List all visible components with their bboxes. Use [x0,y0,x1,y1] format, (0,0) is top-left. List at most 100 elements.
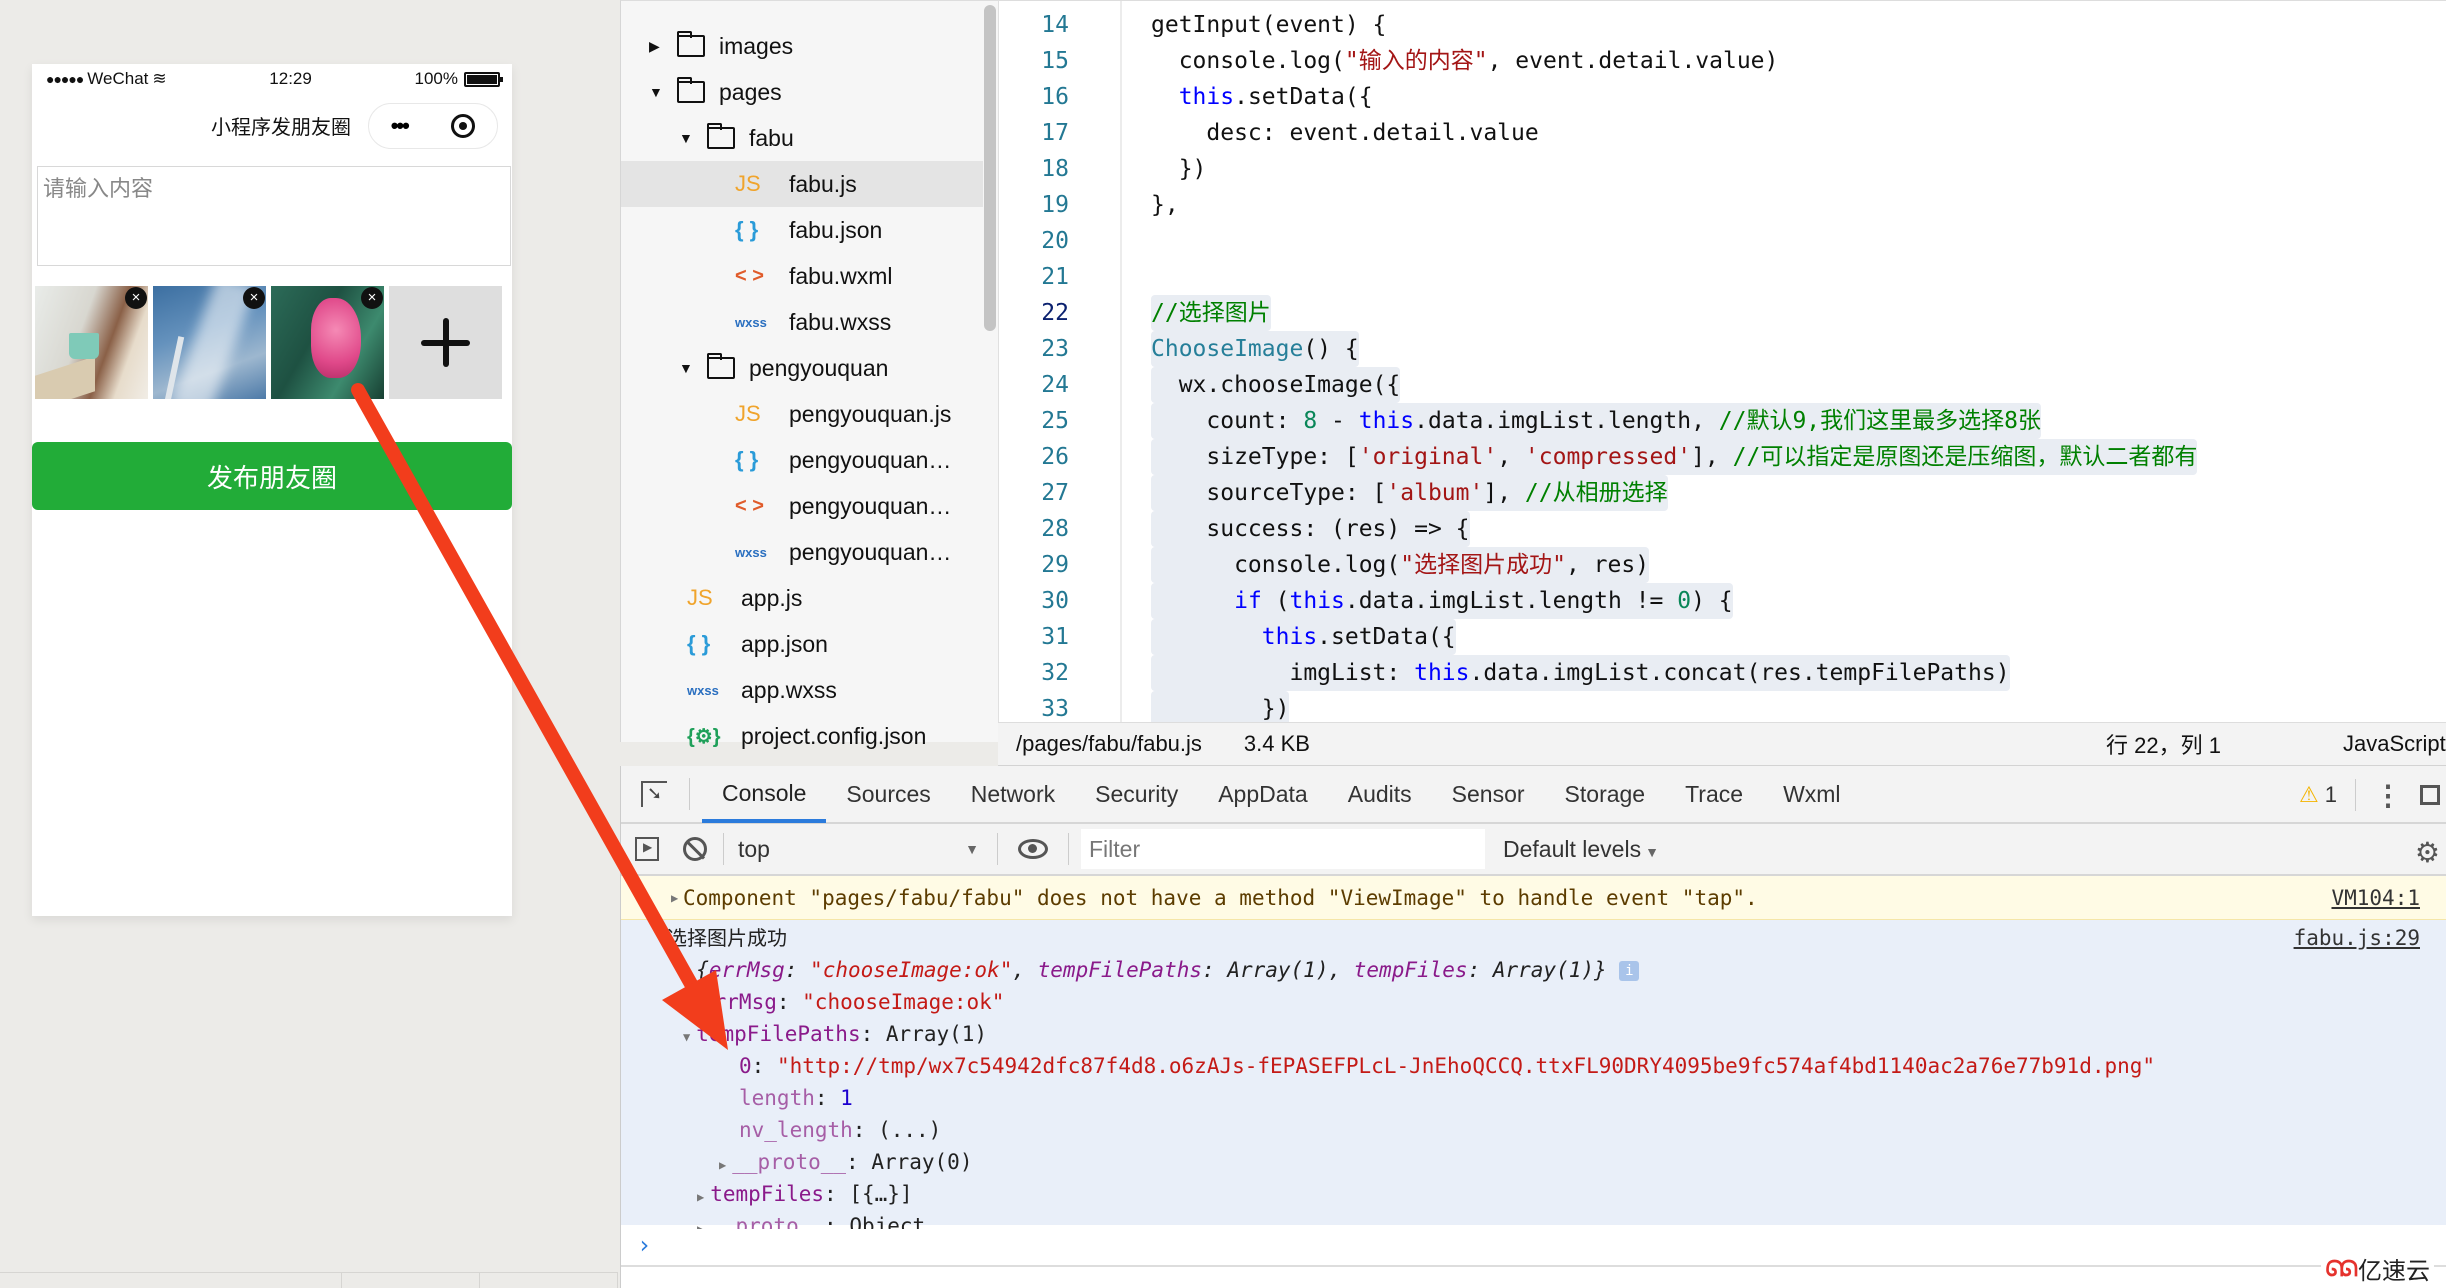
collapse-triangle-icon[interactable]: ▼ [679,360,693,376]
tree-file[interactable]: JS pengyouquan.js [621,391,998,437]
code-line[interactable]: 24 wx.chooseImage({ [999,367,2446,403]
expand-triangle-icon[interactable]: ▶ [649,38,663,55]
context-select[interactable]: top ▼ [738,833,998,865]
code-line[interactable]: 25 count: 8 - this.data.imgList.length, … [999,403,2446,439]
image-thumbnail[interactable]: × [35,286,148,399]
image-thumbnail[interactable]: × [153,286,266,399]
js-file-icon: JS [735,171,761,196]
remove-image-icon[interactable]: × [361,287,383,309]
tree-folder-pages[interactable]: ▼ pages [621,69,998,115]
code-line[interactable]: 32 imgList: this.data.imgList.concat(res… [999,655,2446,691]
tree-file[interactable]: wxss pengyouquan… [621,529,998,575]
tree-folder-fabu[interactable]: ▼ fabu [621,115,998,161]
tree-file[interactable]: JS app.js [621,575,998,621]
close-miniprogram-icon[interactable] [451,114,476,138]
cursor-position[interactable]: 行 22，列 1 [2106,728,2221,760]
live-expression-eye-icon[interactable] [1018,839,1048,859]
expand-triangle-icon[interactable]: ▶ [671,891,678,905]
code-token: .setData({ [1317,624,1456,650]
console-prompt[interactable]: › [621,1229,2446,1267]
code-line[interactable]: 27 sourceType: ['album'], //从相册选择 [999,475,2446,511]
collapse-triangle-icon[interactable]: ▼ [683,966,690,980]
content-textarea[interactable] [37,166,511,266]
tree-file[interactable]: wxss fabu.wxss [621,299,998,345]
tree-file[interactable]: < > fabu.wxml [621,253,998,299]
add-image-button[interactable] [389,286,502,399]
sidebar-toggle-icon[interactable] [635,837,659,861]
line-number: 16 [1041,84,1069,110]
code-line[interactable]: 16 this.setData({ [999,79,2446,115]
collapse-triangle-icon[interactable]: ▼ [679,130,693,146]
tab-wxml[interactable]: Wxml [1763,765,1860,823]
console-filter-input[interactable] [1081,829,1485,869]
object-property[interactable]: ▼ tempFilePaths: Array(1) [683,1018,987,1050]
remove-image-icon[interactable]: × [125,287,147,309]
tree-file[interactable]: {⚙} project.config.json [621,713,998,759]
log-levels-dropdown[interactable]: Default levels ▼ [1503,836,1659,863]
console-warning-row[interactable]: ▶ Component "pages/fabu/fabu" does not h… [621,876,2446,920]
code-editor[interactable]: 14 getInput(event) {15 console.log("输入的内容… [998,0,2446,722]
object-summary[interactable]: ▼ {errMsg: "chooseImage:ok", tempFilePath… [683,954,1640,986]
tree-file[interactable]: < > pengyouquan… [621,483,998,529]
tree-file[interactable]: { } fabu.json [621,207,998,253]
more-options-icon[interactable]: ⋮ [2374,779,2402,812]
code-line[interactable]: 20 [999,223,2446,259]
code-line[interactable]: 14 getInput(event) { [999,7,2446,43]
tree-file[interactable]: wxss app.wxss [621,667,998,713]
code-line[interactable]: 21 [999,259,2446,295]
code-text: }, [1151,187,1179,223]
object-property[interactable]: ▶ __proto__: Array(0) [719,1146,972,1178]
clear-console-icon[interactable] [683,837,707,861]
remove-image-icon[interactable]: × [243,287,265,309]
language-mode[interactable]: JavaScript [2343,731,2446,757]
object-property[interactable]: ▶ tempFiles: [{…}] [697,1178,913,1210]
dock-side-icon[interactable] [2420,785,2440,805]
tab-console[interactable]: Console [702,765,827,823]
tree-folder-pengyouquan[interactable]: ▼ pengyouquan [621,345,998,391]
expand-triangle-icon[interactable]: ▶ [697,1190,704,1204]
source-link[interactable]: VM104:1 [2331,886,2420,910]
tab-sensor[interactable]: Sensor [1432,765,1545,823]
tree-file[interactable]: { } pengyouquan… [621,437,998,483]
info-icon[interactable]: i [1619,961,1640,981]
tab-trace[interactable]: Trace [1665,765,1763,823]
code-token: //可以指定是原图还是压缩图，默认二者都有 [1732,444,2198,470]
collapse-triangle-icon[interactable]: ▼ [649,84,663,100]
tab-appdata[interactable]: AppData [1198,765,1328,823]
tab-sources[interactable]: Sources [826,765,950,823]
tab-storage[interactable]: Storage [1545,765,1666,823]
code-line[interactable]: 30 if (this.data.imgList.length != 0) { [999,583,2446,619]
warning-count[interactable]: 1 [2325,782,2337,808]
code-line[interactable]: 28 success: (res) => { [999,511,2446,547]
source-link[interactable]: fabu.js:29 [2294,922,2420,954]
tree-file[interactable]: { } app.json [621,621,998,667]
code-token: ) { [1691,588,1733,614]
code-line[interactable]: 29 console.log("选择图片成功", res) [999,547,2446,583]
code-line[interactable]: 23 ChooseImage() { [999,331,2446,367]
object-property[interactable]: nv_length: (...) [739,1114,941,1146]
code-line[interactable]: 17 desc: event.detail.value [999,115,2446,151]
publish-button[interactable]: 发布朋友圈 [32,442,512,510]
footer-cell [0,1273,342,1288]
code-line[interactable]: 22 //选择图片 [999,295,2446,331]
code-line[interactable]: 31 this.setData({ [999,619,2446,655]
inspect-element-icon[interactable] [641,781,667,807]
tab-audits[interactable]: Audits [1328,765,1432,823]
tab-network[interactable]: Network [951,765,1075,823]
code-token: , event.detail.value) [1487,48,1779,74]
tree-file[interactable]: JS fabu.js [621,161,983,207]
tab-security[interactable]: Security [1075,765,1198,823]
code-line[interactable]: 33 }) [999,691,2446,722]
collapse-triangle-icon[interactable]: ▼ [683,1030,690,1044]
more-icon[interactable]: ••• [391,115,410,137]
image-thumbnail[interactable]: × [271,286,384,399]
code-line[interactable]: 18 }) [999,151,2446,187]
tree-folder-images[interactable]: ▶ images [621,23,998,69]
prop-value[interactable]: (...) [878,1118,941,1142]
code-line[interactable]: 26 sizeType: ['original', 'compressed'],… [999,439,2446,475]
gear-icon[interactable]: ⚙ [2415,836,2440,869]
expand-triangle-icon[interactable]: ▶ [719,1158,726,1172]
code-line[interactable]: 15 console.log("输入的内容", event.detail.val… [999,43,2446,79]
code-line[interactable]: 19}, [999,187,2446,223]
warning-icon[interactable]: ⚠ [2299,782,2319,808]
